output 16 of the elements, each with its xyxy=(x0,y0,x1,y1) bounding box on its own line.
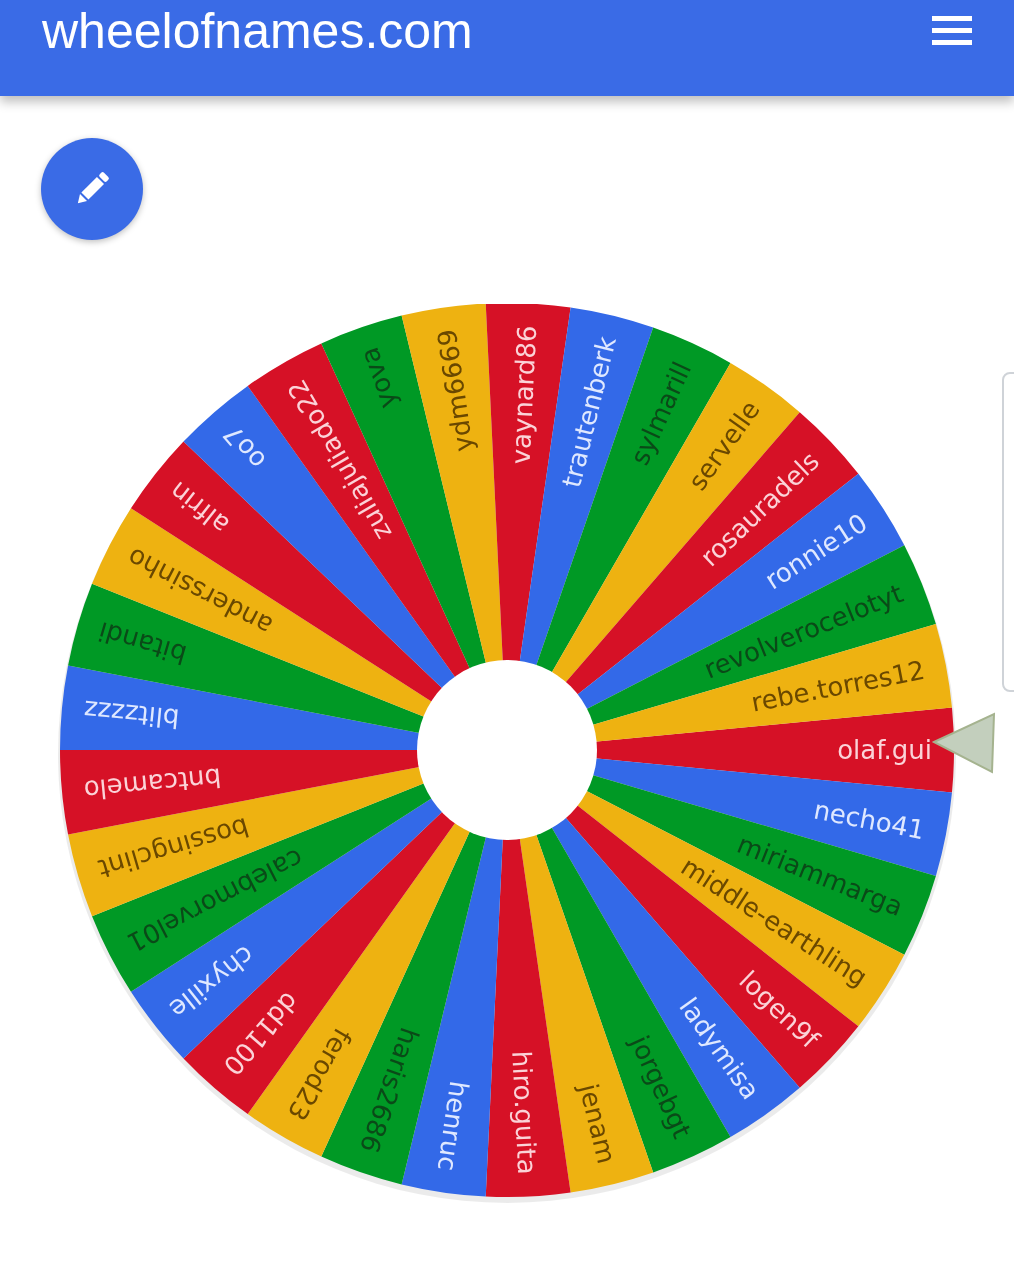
edit-button[interactable] xyxy=(41,138,143,240)
name-label: hiro.guita xyxy=(506,1050,543,1176)
menu-icon xyxy=(932,15,972,47)
name-label: necho41 xyxy=(811,794,928,846)
name-label: vaynard86 xyxy=(505,324,543,465)
menu-button[interactable] xyxy=(932,15,972,47)
name-label: henruc xyxy=(431,1079,475,1173)
site-title: wheelofnames.com xyxy=(42,6,473,56)
pointer-icon xyxy=(930,712,996,776)
name-label: bntcamelo xyxy=(82,762,223,806)
name-label: oo7 xyxy=(217,419,272,476)
name-label: blitzzzz xyxy=(82,694,181,734)
wheel-hub[interactable] xyxy=(417,660,597,840)
name-label: jenam xyxy=(573,1080,622,1167)
name-label: olaf.gui xyxy=(837,735,932,765)
name-label: ydm6669 xyxy=(431,327,479,454)
